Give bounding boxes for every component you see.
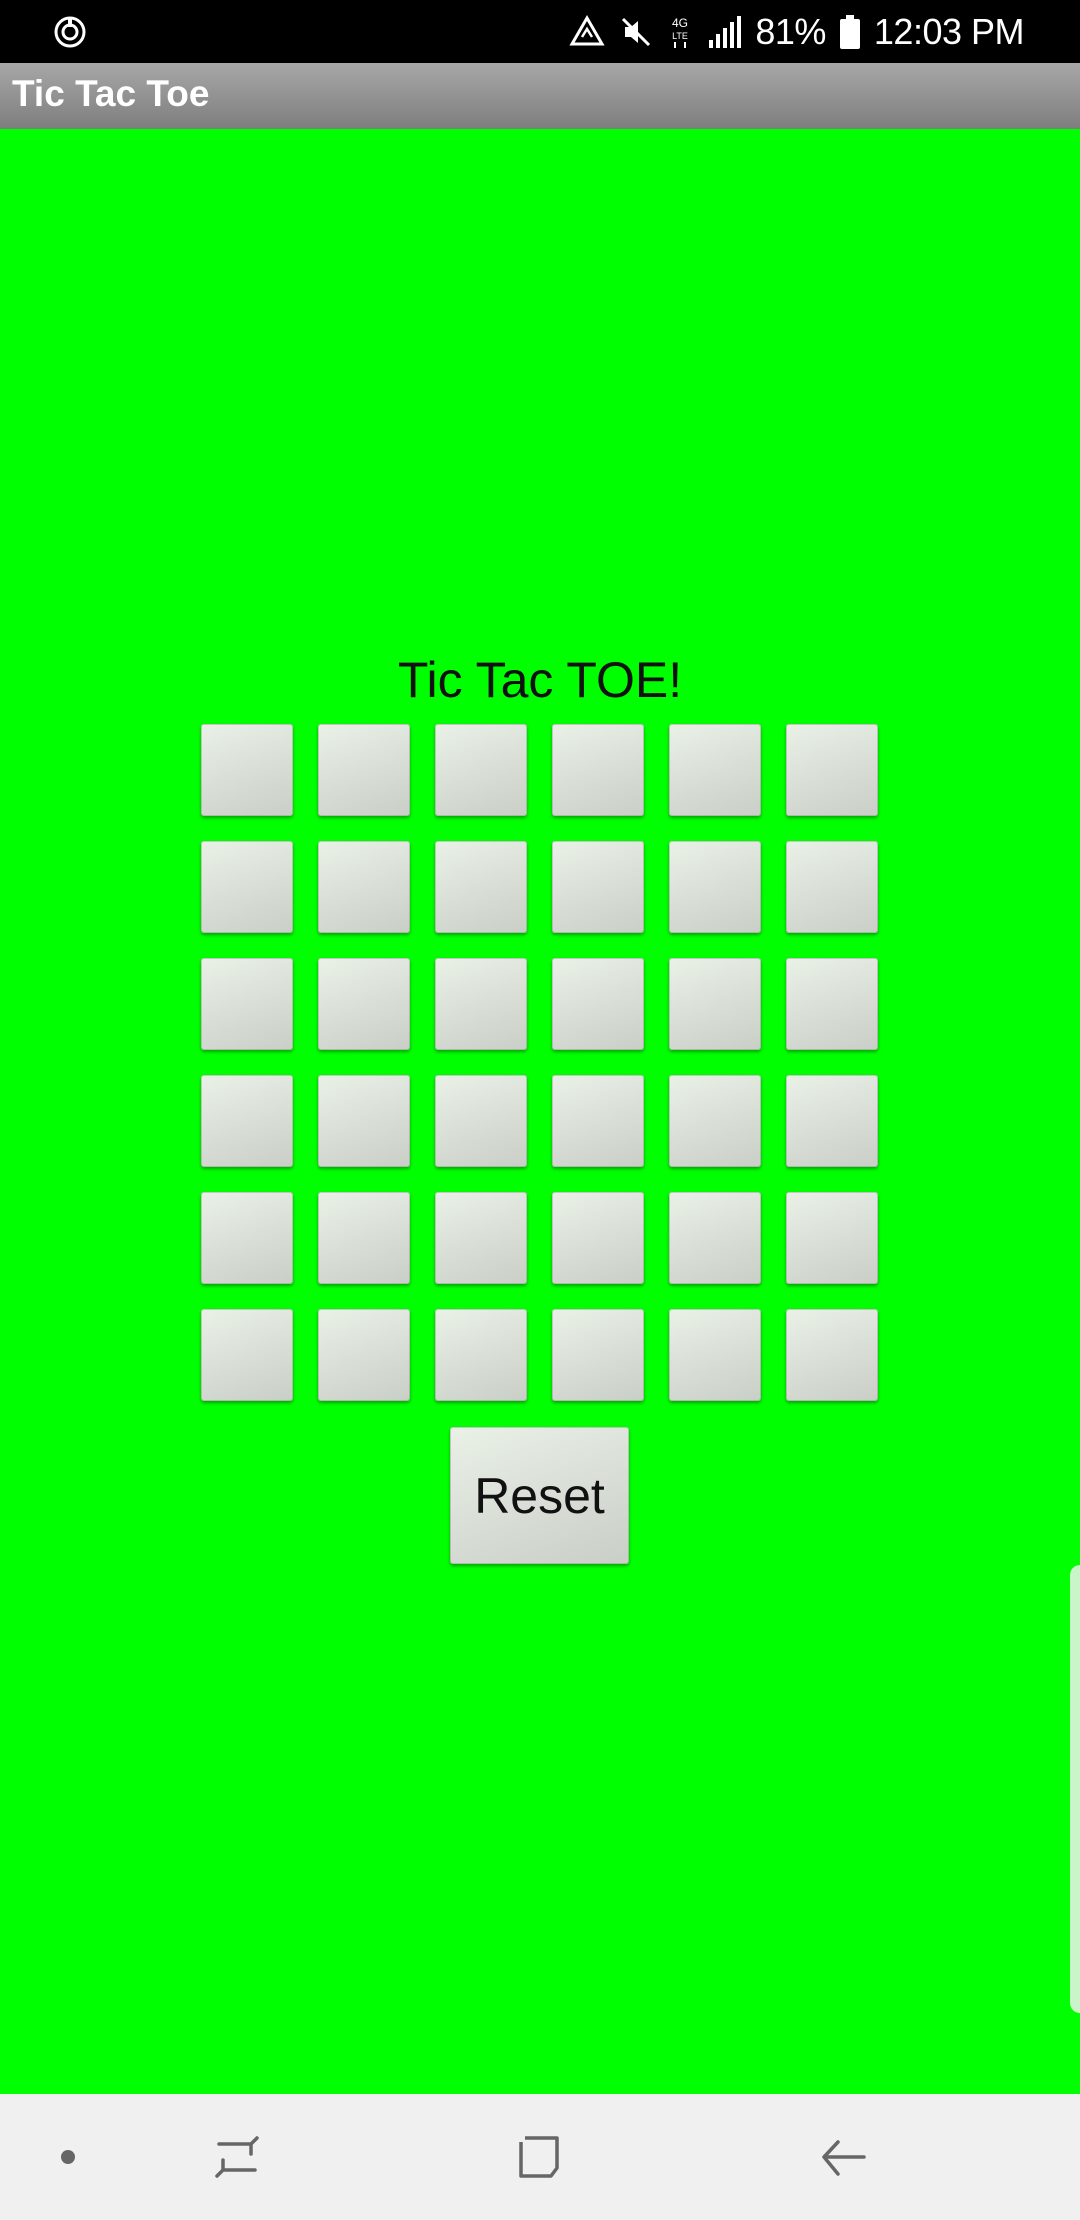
dot-icon [61, 2150, 75, 2164]
battery-percent: 81% [755, 10, 826, 52]
board-cell-r4-c4[interactable] [552, 1075, 644, 1167]
board-cell-r5-c2[interactable] [318, 1192, 410, 1284]
back-button[interactable] [814, 2127, 874, 2187]
game-title: Tic Tac TOE! [397, 652, 683, 708]
board-cell-r3-c5[interactable] [669, 958, 761, 1050]
board-cell-r1-c2[interactable] [318, 724, 410, 816]
board-cell-r2-c2[interactable] [318, 841, 410, 933]
app-title: Tic Tac Toe [12, 73, 210, 114]
board-cell-r4-c6[interactable] [786, 1075, 878, 1167]
board-cell-r3-c1[interactable] [201, 958, 293, 1050]
board-cell-r5-c1[interactable] [201, 1192, 293, 1284]
4g-lte-icon: 4G LTE [672, 16, 688, 48]
back-icon [822, 2140, 866, 2176]
board-cell-r1-c1[interactable] [201, 724, 293, 816]
game-board [201, 724, 879, 1402]
game-screen: Tic Tac TOE! Reset [0, 129, 1080, 2094]
board-cell-r5-c4[interactable] [552, 1192, 644, 1284]
board-cell-r2-c5[interactable] [669, 841, 761, 933]
board-cell-r6-c3[interactable] [435, 1309, 527, 1401]
board-cell-r2-c4[interactable] [552, 841, 644, 933]
board-cell-r4-c3[interactable] [435, 1075, 527, 1167]
status-bar: 4G LTE 81% 12:03 PM [0, 0, 1080, 63]
board-cell-r1-c3[interactable] [435, 724, 527, 816]
navigation-bar [0, 2094, 1080, 2220]
mute-icon [622, 17, 651, 46]
board-cell-r3-c4[interactable] [552, 958, 644, 1050]
board-cell-r4-c2[interactable] [318, 1075, 410, 1167]
board-cell-r5-c5[interactable] [669, 1192, 761, 1284]
home-icon [519, 2136, 559, 2178]
board-cell-r3-c6[interactable] [786, 958, 878, 1050]
sync-icon [54, 16, 86, 48]
home-button[interactable] [510, 2127, 570, 2187]
board-cell-r4-c1[interactable] [201, 1075, 293, 1167]
clock: 12:03 PM [873, 10, 1025, 52]
status-icons: 4G LTE 81% 12:03 PM [569, 0, 1025, 63]
board-cell-r6-c1[interactable] [201, 1309, 293, 1401]
board-cell-r4-c5[interactable] [669, 1075, 761, 1167]
recents-icon [215, 2136, 259, 2178]
board-cell-r6-c4[interactable] [552, 1309, 644, 1401]
board-cell-r3-c2[interactable] [318, 958, 410, 1050]
board-cell-r6-c2[interactable] [318, 1309, 410, 1401]
battery-icon [839, 14, 860, 49]
board-cell-r6-c6[interactable] [786, 1309, 878, 1401]
edge-panel-handle[interactable] [1070, 1565, 1080, 2013]
board-cell-r1-c4[interactable] [552, 724, 644, 816]
board-cell-r2-c3[interactable] [435, 841, 527, 933]
nav-dot-button[interactable] [38, 2127, 98, 2187]
data-saver-icon [569, 14, 605, 45]
board-cell-r1-c6[interactable] [786, 724, 878, 816]
board-cell-r5-c6[interactable] [786, 1192, 878, 1284]
signal-icon [709, 15, 742, 48]
board-cell-r1-c5[interactable] [669, 724, 761, 816]
board-cell-r2-c6[interactable] [786, 841, 878, 933]
board-cell-r5-c3[interactable] [435, 1192, 527, 1284]
board-cell-r2-c1[interactable] [201, 841, 293, 933]
svg-text:4G: 4G [672, 16, 688, 30]
action-bar: Tic Tac Toe [0, 63, 1080, 129]
board-cell-r6-c5[interactable] [669, 1309, 761, 1401]
svg-text:LTE: LTE [672, 31, 688, 41]
recents-button[interactable] [208, 2127, 268, 2187]
reset-button[interactable]: Reset [450, 1427, 629, 1564]
board-cell-r3-c3[interactable] [435, 958, 527, 1050]
